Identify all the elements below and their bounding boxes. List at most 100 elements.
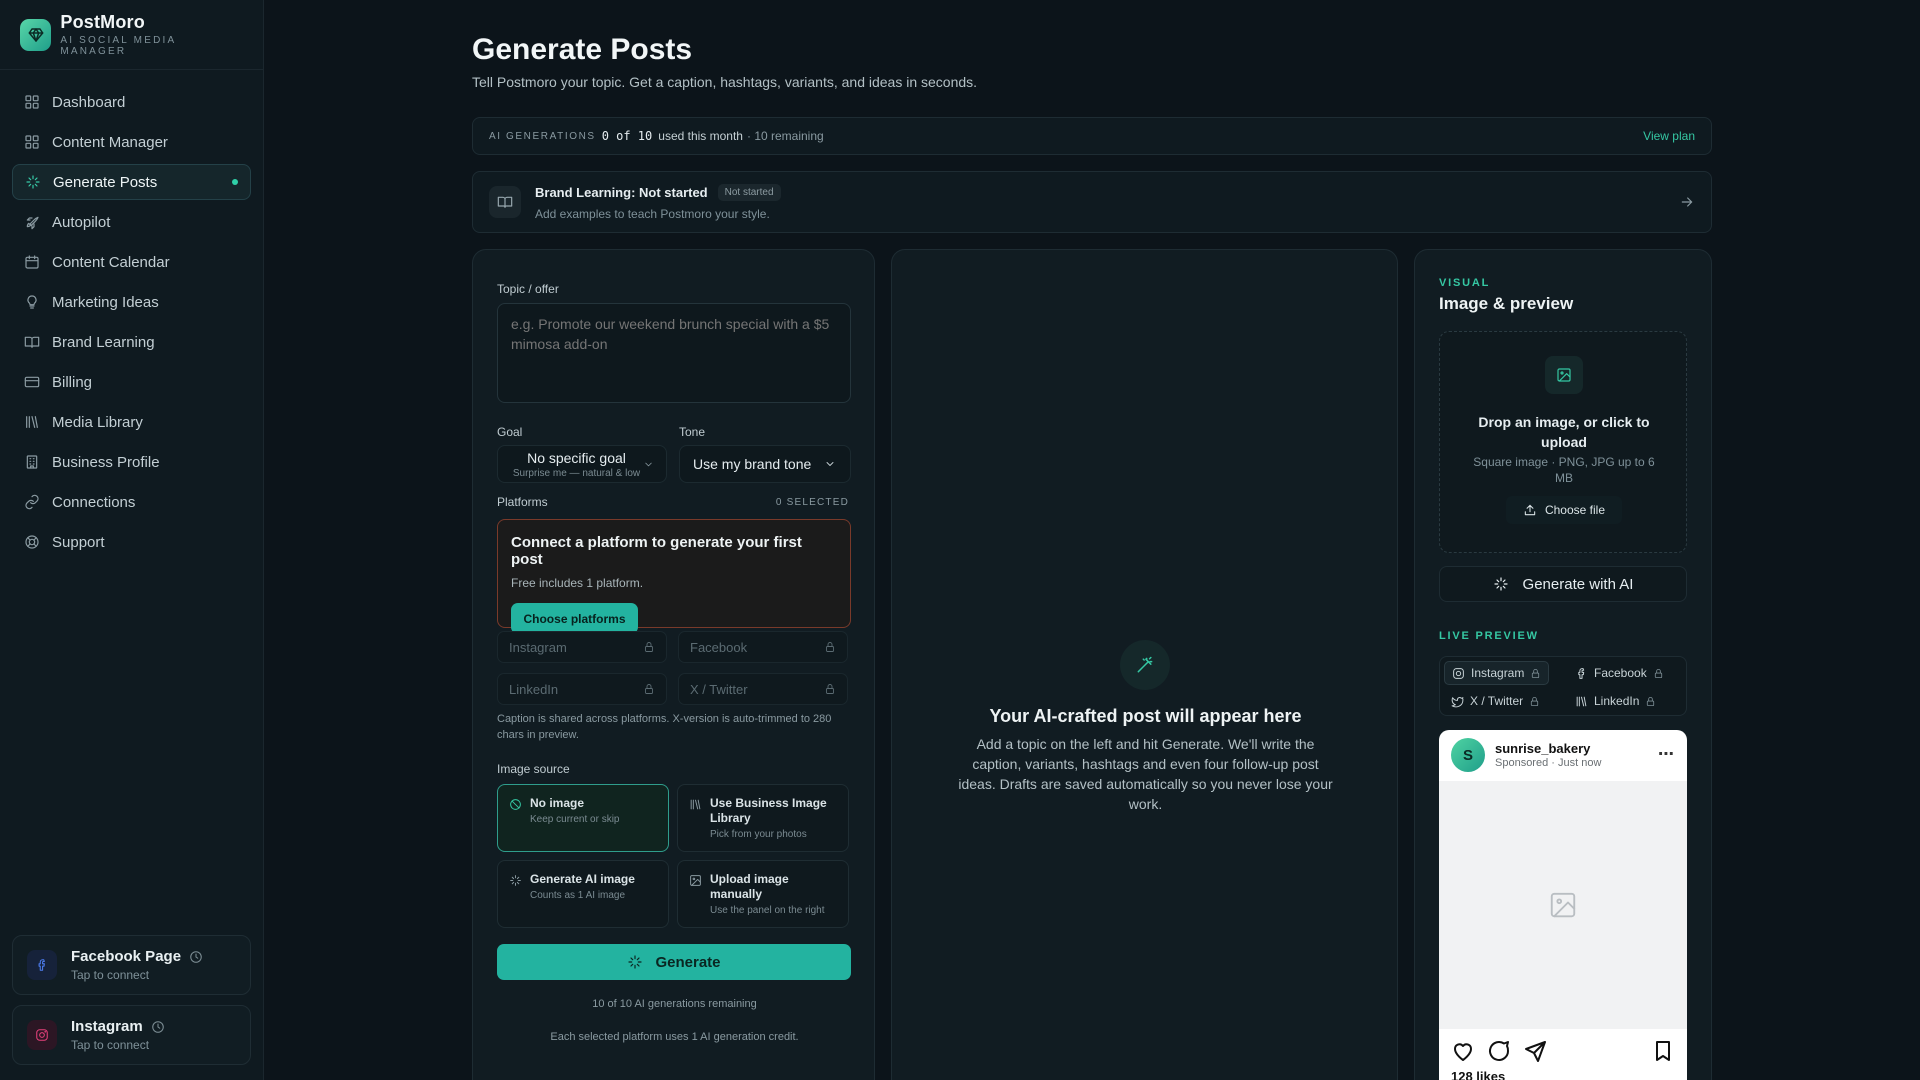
- image-option-ai[interactable]: Generate AI image Counts as 1 AI image: [497, 860, 669, 928]
- ban-icon: [510, 799, 521, 810]
- brand[interactable]: PostMoro AI SOCIAL MEDIA MANAGER: [0, 0, 263, 70]
- sidebar-item-label: Billing: [52, 373, 93, 391]
- tab-label: Facebook: [1594, 666, 1647, 680]
- tone-select[interactable]: Use my brand tone: [679, 445, 851, 483]
- goal-select[interactable]: No specific goal Surprise me — natural &…: [497, 445, 667, 483]
- tab-label: Instagram: [1471, 666, 1525, 680]
- sidebar-item-label: Marketing Ideas: [52, 293, 159, 311]
- sidebar-item-label: Content Manager: [52, 133, 168, 151]
- platform-chip-facebook[interactable]: Facebook: [678, 631, 848, 663]
- connection-status: Tap to connect: [71, 1038, 150, 1052]
- connect-facebook-card[interactable]: Facebook Page Tap to connect: [12, 935, 251, 995]
- facebook-icon: [27, 950, 57, 980]
- connect-platform-title: Connect a platform to generate your firs…: [511, 534, 802, 568]
- choose-platforms-button[interactable]: Choose platforms: [511, 603, 638, 634]
- generate-ai-label: Generate with AI: [1522, 575, 1634, 593]
- sidebar-item-business-profile[interactable]: Business Profile: [12, 444, 251, 480]
- grid-icon: [25, 95, 39, 109]
- platform-label: X / Twitter: [690, 681, 748, 697]
- view-plan-link[interactable]: View plan: [1643, 129, 1695, 143]
- sidebar-item-content-manager[interactable]: Content Manager: [12, 124, 251, 160]
- share-icon[interactable]: [1523, 1039, 1547, 1063]
- generate-ai-image-button[interactable]: Generate with AI: [1439, 566, 1687, 602]
- lock-icon: [826, 642, 834, 652]
- lock-icon: [826, 684, 834, 694]
- more-options-icon[interactable]: ⋯: [1658, 744, 1675, 764]
- platform-chip-instagram[interactable]: Instagram: [497, 631, 667, 663]
- sidebar-item-autopilot[interactable]: Autopilot: [12, 204, 251, 240]
- comment-icon[interactable]: [1487, 1039, 1511, 1063]
- clock-icon: [190, 950, 202, 963]
- sidebar-item-connections[interactable]: Connections: [12, 484, 251, 520]
- sidebar: PostMoro AI SOCIAL MEDIA MANAGER Dashboa…: [0, 0, 264, 1080]
- tab-twitter[interactable]: X / Twitter: [1444, 689, 1547, 713]
- sidebar-item-billing[interactable]: Billing: [12, 364, 251, 400]
- linkedin-icon: [1576, 696, 1587, 706]
- generations-used: used this month: [658, 129, 743, 143]
- platform-chip-twitter[interactable]: X / Twitter: [678, 673, 848, 705]
- lock-icon: [645, 684, 653, 694]
- active-indicator: [232, 179, 238, 185]
- goal-value: No specific goal: [527, 449, 626, 466]
- arrow-right-icon: [1681, 197, 1693, 207]
- sidebar-item-label: Media Library: [52, 413, 143, 431]
- option-title: Upload image manually: [710, 872, 789, 901]
- platform-label: Facebook: [690, 639, 748, 655]
- image-source-label: Image source: [497, 762, 570, 776]
- sidebar-item-marketing-ideas[interactable]: Marketing Ideas: [12, 284, 251, 320]
- image-upload-icon: [1545, 356, 1583, 394]
- brand-learning-title: Brand Learning: Not started: [535, 184, 708, 200]
- post-preview: S sunrise_bakery Sponsored · Just now ⋯ …: [1439, 730, 1687, 1080]
- diamond-icon: [20, 18, 52, 51]
- bookmark-icon[interactable]: [1651, 1039, 1675, 1063]
- library-icon: [26, 416, 38, 428]
- image-option-none[interactable]: No image Keep current or skip: [497, 784, 669, 852]
- output-card: Your AI-crafted post will appear here Ad…: [891, 249, 1398, 1080]
- tab-label: LinkedIn: [1594, 694, 1640, 708]
- sidebar-nav: Dashboard Content Manager Generate Posts…: [0, 70, 263, 560]
- sidebar-item-label: Brand Learning: [52, 333, 155, 351]
- generations-usage-bar: AI GENERATIONS 0 of 10 used this month ·…: [472, 117, 1712, 155]
- heart-icon[interactable]: [1451, 1039, 1475, 1063]
- sidebar-item-dashboard[interactable]: Dashboard: [12, 84, 251, 120]
- library-icon: [690, 799, 701, 810]
- sidebar-item-label: Business Profile: [52, 453, 160, 471]
- sidebar-item-media-library[interactable]: Media Library: [12, 404, 251, 440]
- lightbulb-icon: [27, 295, 37, 309]
- sidebar-item-support[interactable]: Support: [12, 524, 251, 560]
- connect-platform-notice: Connect a platform to generate your firs…: [497, 519, 851, 634]
- connection-title: Instagram: [71, 1018, 143, 1035]
- image-option-upload[interactable]: Upload image manually Use the panel on t…: [677, 860, 849, 928]
- generations-label: AI GENERATIONS: [489, 130, 596, 142]
- platform-chip-linkedin[interactable]: LinkedIn: [497, 673, 667, 705]
- brand-learning-banner[interactable]: Brand Learning: Not started Not started …: [472, 171, 1712, 233]
- topic-input[interactable]: [497, 303, 851, 403]
- image-icon: [1550, 892, 1576, 918]
- tab-facebook[interactable]: Facebook: [1568, 661, 1671, 685]
- sidebar-item-label: Generate Posts: [53, 173, 158, 191]
- tab-linkedin[interactable]: LinkedIn: [1568, 689, 1663, 713]
- connect-instagram-card[interactable]: Instagram Tap to connect: [12, 1005, 251, 1065]
- instagram-icon: [27, 1020, 57, 1050]
- sidebar-item-content-calendar[interactable]: Content Calendar: [12, 244, 251, 280]
- visual-card: VISUAL Image & preview Drop an image, or…: [1414, 249, 1712, 1080]
- dropzone-sub: Square image · PNG, JPG up to 6 MB: [1473, 455, 1655, 485]
- sidebar-item-brand-learning[interactable]: Brand Learning: [12, 324, 251, 360]
- sparkle-icon: [1493, 577, 1508, 591]
- dropzone-title: Drop an image, or click to upload: [1478, 414, 1650, 450]
- live-preview-tag: LIVE PREVIEW: [1439, 630, 1539, 642]
- platform-label: LinkedIn: [509, 681, 559, 697]
- connection-title: Facebook Page: [71, 948, 182, 965]
- generate-button[interactable]: Generate: [497, 944, 851, 980]
- choose-file-button[interactable]: Choose file: [1506, 496, 1622, 524]
- goal-label: Goal: [497, 425, 523, 439]
- tab-instagram[interactable]: Instagram: [1444, 661, 1550, 685]
- grid-icon: [25, 135, 39, 149]
- image-dropzone[interactable]: Drop an image, or click to upload Square…: [1439, 331, 1687, 553]
- image-option-library[interactable]: Use Business Image Library Pick from you…: [677, 784, 849, 852]
- clock-icon: [151, 1020, 164, 1033]
- lifebuoy-icon: [25, 535, 39, 549]
- platforms-selected-count: 0 SELECTED: [775, 497, 849, 508]
- chevron-down-icon: [645, 462, 652, 466]
- sidebar-item-generate-posts[interactable]: Generate Posts: [12, 164, 251, 200]
